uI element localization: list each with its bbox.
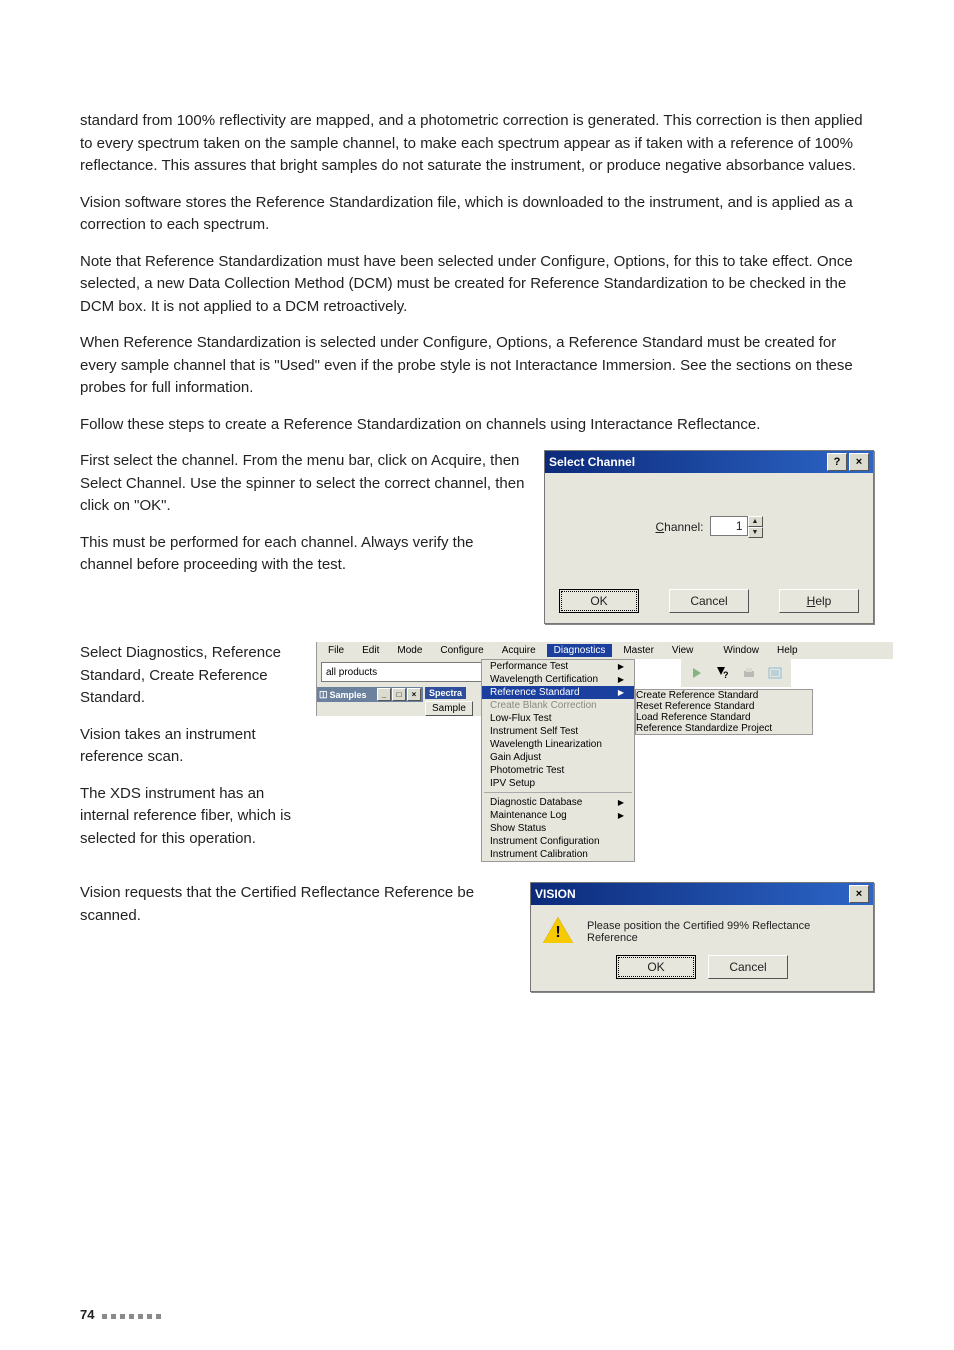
channel-label: Channel: bbox=[655, 520, 703, 534]
mi-low-flux[interactable]: Low-Flux Test bbox=[482, 712, 634, 725]
menu-help[interactable]: Help bbox=[770, 644, 805, 657]
mi-wl-linearization[interactable]: Wavelength Linearization bbox=[482, 738, 634, 751]
minimize-icon[interactable]: _ bbox=[377, 688, 391, 701]
para-10: The XDS instrument has an internal refer… bbox=[80, 783, 300, 851]
cancel-button[interactable]: Cancel bbox=[669, 589, 749, 613]
mi-maintenance-log[interactable]: Maintenance Log▶ bbox=[482, 809, 634, 822]
mi-photometric-test[interactable]: Photometric Test bbox=[482, 764, 634, 777]
vision-message: Please position the Certified 99% Reflec… bbox=[587, 920, 861, 944]
menu-separator bbox=[484, 792, 632, 794]
para-7: This must be performed for each channel.… bbox=[80, 532, 528, 577]
product-combo-value: all products bbox=[321, 662, 485, 682]
app-window: File Edit Mode Configure Acquire Diagnos… bbox=[316, 642, 893, 716]
menu-file[interactable]: File bbox=[321, 644, 351, 657]
channel-value[interactable]: 1 bbox=[710, 516, 748, 536]
menu-mode[interactable]: Mode bbox=[390, 644, 429, 657]
whatsthis-icon[interactable]: ? bbox=[711, 661, 735, 685]
dots-icon bbox=[98, 1307, 161, 1322]
mi-instrument-calib[interactable]: Instrument Calibration bbox=[482, 848, 634, 861]
svg-text:?: ? bbox=[723, 670, 729, 680]
channel-spinner[interactable]: 1 ▲ ▼ bbox=[710, 516, 763, 538]
spin-down-icon[interactable]: ▼ bbox=[748, 527, 763, 538]
para-4: When Reference Standardization is select… bbox=[80, 332, 874, 400]
page-footer: 74 bbox=[80, 1307, 161, 1322]
cancel-button[interactable]: Cancel bbox=[708, 955, 788, 979]
para-5: Follow these steps to create a Reference… bbox=[80, 414, 874, 437]
menubar: File Edit Mode Configure Acquire Diagnos… bbox=[317, 642, 893, 659]
samples-icon: ◫ bbox=[319, 689, 328, 700]
mi-wavelength-cert[interactable]: Wavelength Certification▶ bbox=[482, 673, 634, 686]
spin-up-icon[interactable]: ▲ bbox=[748, 516, 763, 527]
para-11: Vision requests that the Certified Refle… bbox=[80, 882, 514, 927]
print-icon bbox=[737, 661, 761, 685]
sample-button[interactable]: Sample bbox=[425, 701, 473, 716]
para-2: Vision software stores the Reference Sta… bbox=[80, 192, 874, 237]
mi-self-test[interactable]: Instrument Self Test bbox=[482, 725, 634, 738]
ok-button[interactable]: OK bbox=[616, 955, 696, 979]
close-icon[interactable]: × bbox=[849, 453, 869, 471]
menu-window[interactable]: Window bbox=[716, 644, 766, 657]
menu-master[interactable]: Master bbox=[616, 644, 661, 657]
help-icon[interactable]: ? bbox=[827, 453, 847, 471]
play-icon bbox=[685, 661, 709, 685]
mi-gain-adjust[interactable]: Gain Adjust bbox=[482, 751, 634, 764]
ok-button[interactable]: OK bbox=[559, 589, 639, 613]
samples-window[interactable]: ◫ Samples _ □ × bbox=[317, 687, 423, 702]
vision-dialog: VISION × ! Please position the Certified… bbox=[530, 882, 874, 992]
menu-acquire[interactable]: Acquire bbox=[495, 644, 543, 657]
product-combo[interactable]: all products ▼ bbox=[321, 662, 503, 684]
para-8: Select Diagnostics, Reference Standard, … bbox=[80, 642, 300, 710]
menu-diagnostics[interactable]: Diagnostics bbox=[547, 644, 613, 657]
select-channel-dialog: Select Channel ? × Channel: 1 ▲ ▼ bbox=[544, 450, 874, 624]
mi-ipv-setup[interactable]: IPV Setup bbox=[482, 777, 634, 790]
para-6: First select the channel. From the menu … bbox=[80, 450, 528, 518]
page-number: 74 bbox=[80, 1307, 94, 1322]
maximize-icon[interactable]: □ bbox=[392, 688, 406, 701]
reference-standard-submenu: Create Reference Standard Reset Referenc… bbox=[635, 689, 813, 735]
mi-show-status[interactable]: Show Status bbox=[482, 822, 634, 835]
mi-reset-ref-std[interactable]: Reset Reference Standard bbox=[636, 701, 812, 712]
mi-diagnostic-db[interactable]: Diagnostic Database▶ bbox=[482, 796, 634, 809]
list-icon bbox=[763, 661, 787, 685]
close-icon[interactable]: × bbox=[849, 885, 869, 903]
mi-instrument-config[interactable]: Instrument Configuration bbox=[482, 835, 634, 848]
diagnostics-menu: Performance Test▶ Wavelength Certificati… bbox=[481, 659, 635, 862]
menu-configure[interactable]: Configure bbox=[433, 644, 490, 657]
menu-edit[interactable]: Edit bbox=[355, 644, 386, 657]
mi-ref-std-project[interactable]: Reference Standardize Project bbox=[636, 723, 812, 734]
select-channel-title: Select Channel bbox=[549, 455, 635, 469]
para-3: Note that Reference Standardization must… bbox=[80, 251, 874, 319]
spectra-tab[interactable]: Spectra bbox=[425, 687, 466, 699]
para-1: standard from 100% reflectivity are mapp… bbox=[80, 110, 874, 178]
mi-reference-standard[interactable]: Reference Standard▶ bbox=[482, 686, 634, 699]
vision-title: VISION bbox=[535, 887, 576, 901]
mi-performance-test[interactable]: Performance Test▶ bbox=[482, 660, 634, 673]
close-icon[interactable]: × bbox=[407, 688, 421, 701]
help-button[interactable]: Help bbox=[779, 589, 859, 613]
warning-icon: ! bbox=[543, 917, 573, 947]
menu-view[interactable]: View bbox=[665, 644, 701, 657]
mi-blank-correction: Create Blank Correction bbox=[482, 699, 634, 712]
para-9: Vision takes an instrument reference sca… bbox=[80, 724, 300, 769]
mi-create-ref-std[interactable]: Create Reference Standard bbox=[636, 690, 812, 701]
samples-title: Samples bbox=[328, 690, 376, 700]
mi-load-ref-std[interactable]: Load Reference Standard bbox=[636, 712, 812, 723]
